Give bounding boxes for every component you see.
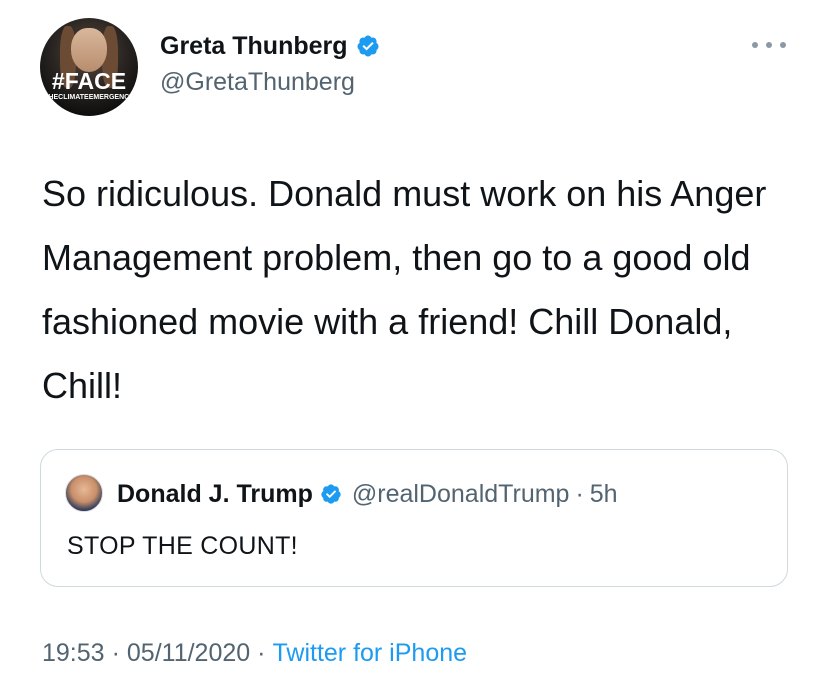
quoted-tweet-card[interactable]: Donald J. Trump @realDonaldTrump · 5h ST… — [40, 449, 788, 587]
tweet: #FACE THECLIMATEEMERGENCY Greta Thunberg… — [0, 0, 818, 680]
tweet-date[interactable]: 05/11/2020 — [127, 639, 250, 668]
tweet-time[interactable]: 19:53 — [42, 639, 105, 668]
avatar-overlay-text: #FACE — [51, 68, 127, 94]
verified-badge-icon — [321, 484, 341, 504]
more-dot — [752, 42, 758, 48]
more-dot — [766, 42, 772, 48]
verified-badge-icon — [357, 35, 379, 57]
tweet-text: So ridiculous. Donald must work on his A… — [42, 173, 767, 406]
tweet-meta: 19:53 · 05/11/2020 · Twitter for iPhone — [42, 635, 467, 671]
avatar-face — [71, 28, 107, 72]
separator-dot: · — [575, 479, 584, 508]
more-dot — [780, 42, 786, 48]
author-avatar[interactable]: #FACE THECLIMATEEMERGENCY — [40, 18, 138, 116]
quoted-tweet-time: 5h — [589, 479, 618, 508]
author-name[interactable]: Greta Thunberg — [160, 32, 348, 61]
quoted-author-name: Donald J. Trump — [117, 479, 313, 508]
separator-dot: · — [257, 638, 266, 667]
author-handle[interactable]: @GretaThunberg — [160, 68, 355, 97]
quoted-tweet-header: Donald J. Trump @realDonaldTrump · 5h — [117, 477, 618, 511]
quoted-tweet-text: STOP THE COUNT! — [67, 532, 298, 560]
separator-dot: · — [111, 638, 120, 667]
avatar-overlay-subtext: THECLIMATEEMERGENCY — [44, 94, 134, 101]
quoted-author-avatar — [65, 474, 103, 512]
quoted-author-handle: @realDonaldTrump — [351, 479, 570, 508]
author-name-row: Greta Thunberg — [160, 28, 380, 64]
tweet-source-link[interactable]: Twitter for iPhone — [273, 639, 468, 668]
more-options-icon[interactable] — [752, 34, 786, 56]
